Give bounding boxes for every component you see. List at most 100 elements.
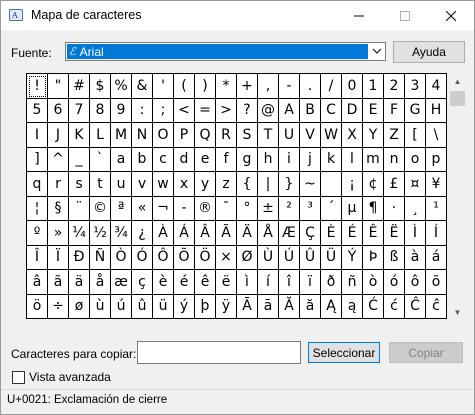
char-cell[interactable]: ¨ bbox=[69, 196, 90, 221]
char-cell[interactable]: Î bbox=[27, 245, 48, 270]
char-cell[interactable]: j bbox=[300, 147, 321, 172]
char-cell[interactable]: © bbox=[90, 196, 111, 221]
char-cell[interactable]: Ā bbox=[237, 294, 258, 319]
char-cell[interactable]: ) bbox=[195, 74, 216, 99]
char-cell[interactable]: Ê bbox=[363, 221, 384, 246]
char-cell[interactable]: k bbox=[321, 147, 342, 172]
char-cell[interactable]: E bbox=[363, 98, 384, 123]
char-cell[interactable]: L bbox=[90, 123, 111, 148]
char-cell[interactable]: I bbox=[27, 123, 48, 148]
char-cell[interactable]: ó bbox=[384, 270, 405, 295]
char-cell[interactable]: J bbox=[48, 123, 69, 148]
char-cell[interactable]: « bbox=[132, 196, 153, 221]
char-cell[interactable]: » bbox=[48, 221, 69, 246]
char-cell[interactable]: ć bbox=[384, 294, 405, 319]
char-cell[interactable]: É bbox=[342, 221, 363, 246]
char-cell[interactable]: ± bbox=[258, 196, 279, 221]
char-cell[interactable]: 2 bbox=[384, 74, 405, 99]
char-cell[interactable]: P bbox=[174, 123, 195, 148]
char-cell[interactable]: % bbox=[111, 74, 132, 99]
char-cell[interactable]: N bbox=[132, 123, 153, 148]
char-cell[interactable]: Þ bbox=[363, 245, 384, 270]
char-cell[interactable]: d bbox=[174, 147, 195, 172]
char-cell[interactable]: ü bbox=[153, 294, 174, 319]
char-cell[interactable]: À bbox=[153, 221, 174, 246]
char-cell[interactable]: Ă bbox=[279, 294, 300, 319]
char-cell[interactable]: Ó bbox=[132, 245, 153, 270]
char-cell[interactable]: Â bbox=[195, 221, 216, 246]
char-cell[interactable]: # bbox=[69, 74, 90, 99]
char-cell[interactable]: V bbox=[300, 123, 321, 148]
char-cell[interactable]: í bbox=[258, 270, 279, 295]
char-cell[interactable]: 0 bbox=[342, 74, 363, 99]
char-cell[interactable]: Ç bbox=[300, 221, 321, 246]
char-cell[interactable]: Ð bbox=[69, 245, 90, 270]
char-cell[interactable]: Q bbox=[195, 123, 216, 148]
maximize-button[interactable] bbox=[382, 1, 428, 30]
char-cell[interactable]: Ĉ bbox=[405, 294, 426, 319]
char-cell[interactable]: é bbox=[174, 270, 195, 295]
char-cell[interactable]: C bbox=[321, 98, 342, 123]
char-cell[interactable]: ñ bbox=[342, 270, 363, 295]
char-cell[interactable]: 3 bbox=[405, 74, 426, 99]
char-cell[interactable]: , bbox=[258, 74, 279, 99]
char-cell[interactable]: Ñ bbox=[90, 245, 111, 270]
char-cell[interactable]: } bbox=[279, 172, 300, 197]
char-cell[interactable]: s bbox=[69, 172, 90, 197]
char-cell[interactable]: Ù bbox=[258, 245, 279, 270]
char-cell[interactable]: £ bbox=[384, 172, 405, 197]
font-dropdown[interactable]: ℰ Arial bbox=[65, 42, 386, 61]
char-cell[interactable]: X bbox=[342, 123, 363, 148]
char-cell[interactable]: ð bbox=[321, 270, 342, 295]
char-cell[interactable]: ` bbox=[90, 147, 111, 172]
char-cell[interactable]: g bbox=[237, 147, 258, 172]
char-cell[interactable]: > bbox=[216, 98, 237, 123]
char-cell[interactable]: Æ bbox=[279, 221, 300, 246]
char-cell[interactable]: ½ bbox=[90, 221, 111, 246]
char-cell[interactable]: ? bbox=[237, 98, 258, 123]
char-cell[interactable]: § bbox=[48, 196, 69, 221]
char-cell[interactable]: ë bbox=[216, 270, 237, 295]
char-cell[interactable]: Ë bbox=[384, 221, 405, 246]
char-cell[interactable]: 9 bbox=[111, 98, 132, 123]
char-cell[interactable]: _ bbox=[69, 147, 90, 172]
char-cell[interactable]: B bbox=[300, 98, 321, 123]
char-cell[interactable]: z bbox=[216, 172, 237, 197]
char-cell[interactable]: a bbox=[111, 147, 132, 172]
char-cell[interactable]: á bbox=[426, 245, 447, 270]
char-cell[interactable]: ą bbox=[342, 294, 363, 319]
char-cell[interactable]: p bbox=[426, 147, 447, 172]
chevron-down-icon[interactable] bbox=[372, 45, 382, 59]
char-cell[interactable]: v bbox=[132, 172, 153, 197]
char-cell[interactable]: - bbox=[279, 74, 300, 99]
char-cell[interactable]: Í bbox=[426, 221, 447, 246]
char-cell[interactable]: | bbox=[258, 172, 279, 197]
char-cell[interactable]: 6 bbox=[48, 98, 69, 123]
char-cell[interactable]: T bbox=[258, 123, 279, 148]
char-cell[interactable]: Ô bbox=[153, 245, 174, 270]
char-cell[interactable]: o bbox=[405, 147, 426, 172]
char-cell[interactable]: & bbox=[132, 74, 153, 99]
char-cell[interactable]: ù bbox=[90, 294, 111, 319]
char-cell[interactable]: ¤ bbox=[405, 172, 426, 197]
scroll-down-icon[interactable]: ▼ bbox=[449, 304, 466, 321]
char-cell[interactable]: â bbox=[27, 270, 48, 295]
char-cell[interactable]: n bbox=[384, 147, 405, 172]
char-cell[interactable] bbox=[321, 172, 342, 197]
char-cell[interactable]: ¾ bbox=[111, 221, 132, 246]
char-cell[interactable]: ă bbox=[300, 294, 321, 319]
grid-scrollbar[interactable]: ▲ ▼ bbox=[449, 73, 466, 321]
char-cell[interactable]: ĉ bbox=[426, 294, 447, 319]
char-cell[interactable]: ¼ bbox=[69, 221, 90, 246]
char-cell[interactable]: R bbox=[216, 123, 237, 148]
char-cell[interactable]: Ü bbox=[321, 245, 342, 270]
char-cell[interactable]: ¦ bbox=[27, 196, 48, 221]
char-cell[interactable]: 7 bbox=[69, 98, 90, 123]
char-cell[interactable]: ; bbox=[153, 98, 174, 123]
copy-input[interactable] bbox=[137, 341, 301, 364]
char-cell[interactable]: Ć bbox=[363, 294, 384, 319]
char-cell[interactable]: ú bbox=[111, 294, 132, 319]
char-cell[interactable]: Ò bbox=[111, 245, 132, 270]
select-button[interactable]: Seleccionar bbox=[308, 342, 380, 363]
char-cell[interactable]: ' bbox=[153, 74, 174, 99]
